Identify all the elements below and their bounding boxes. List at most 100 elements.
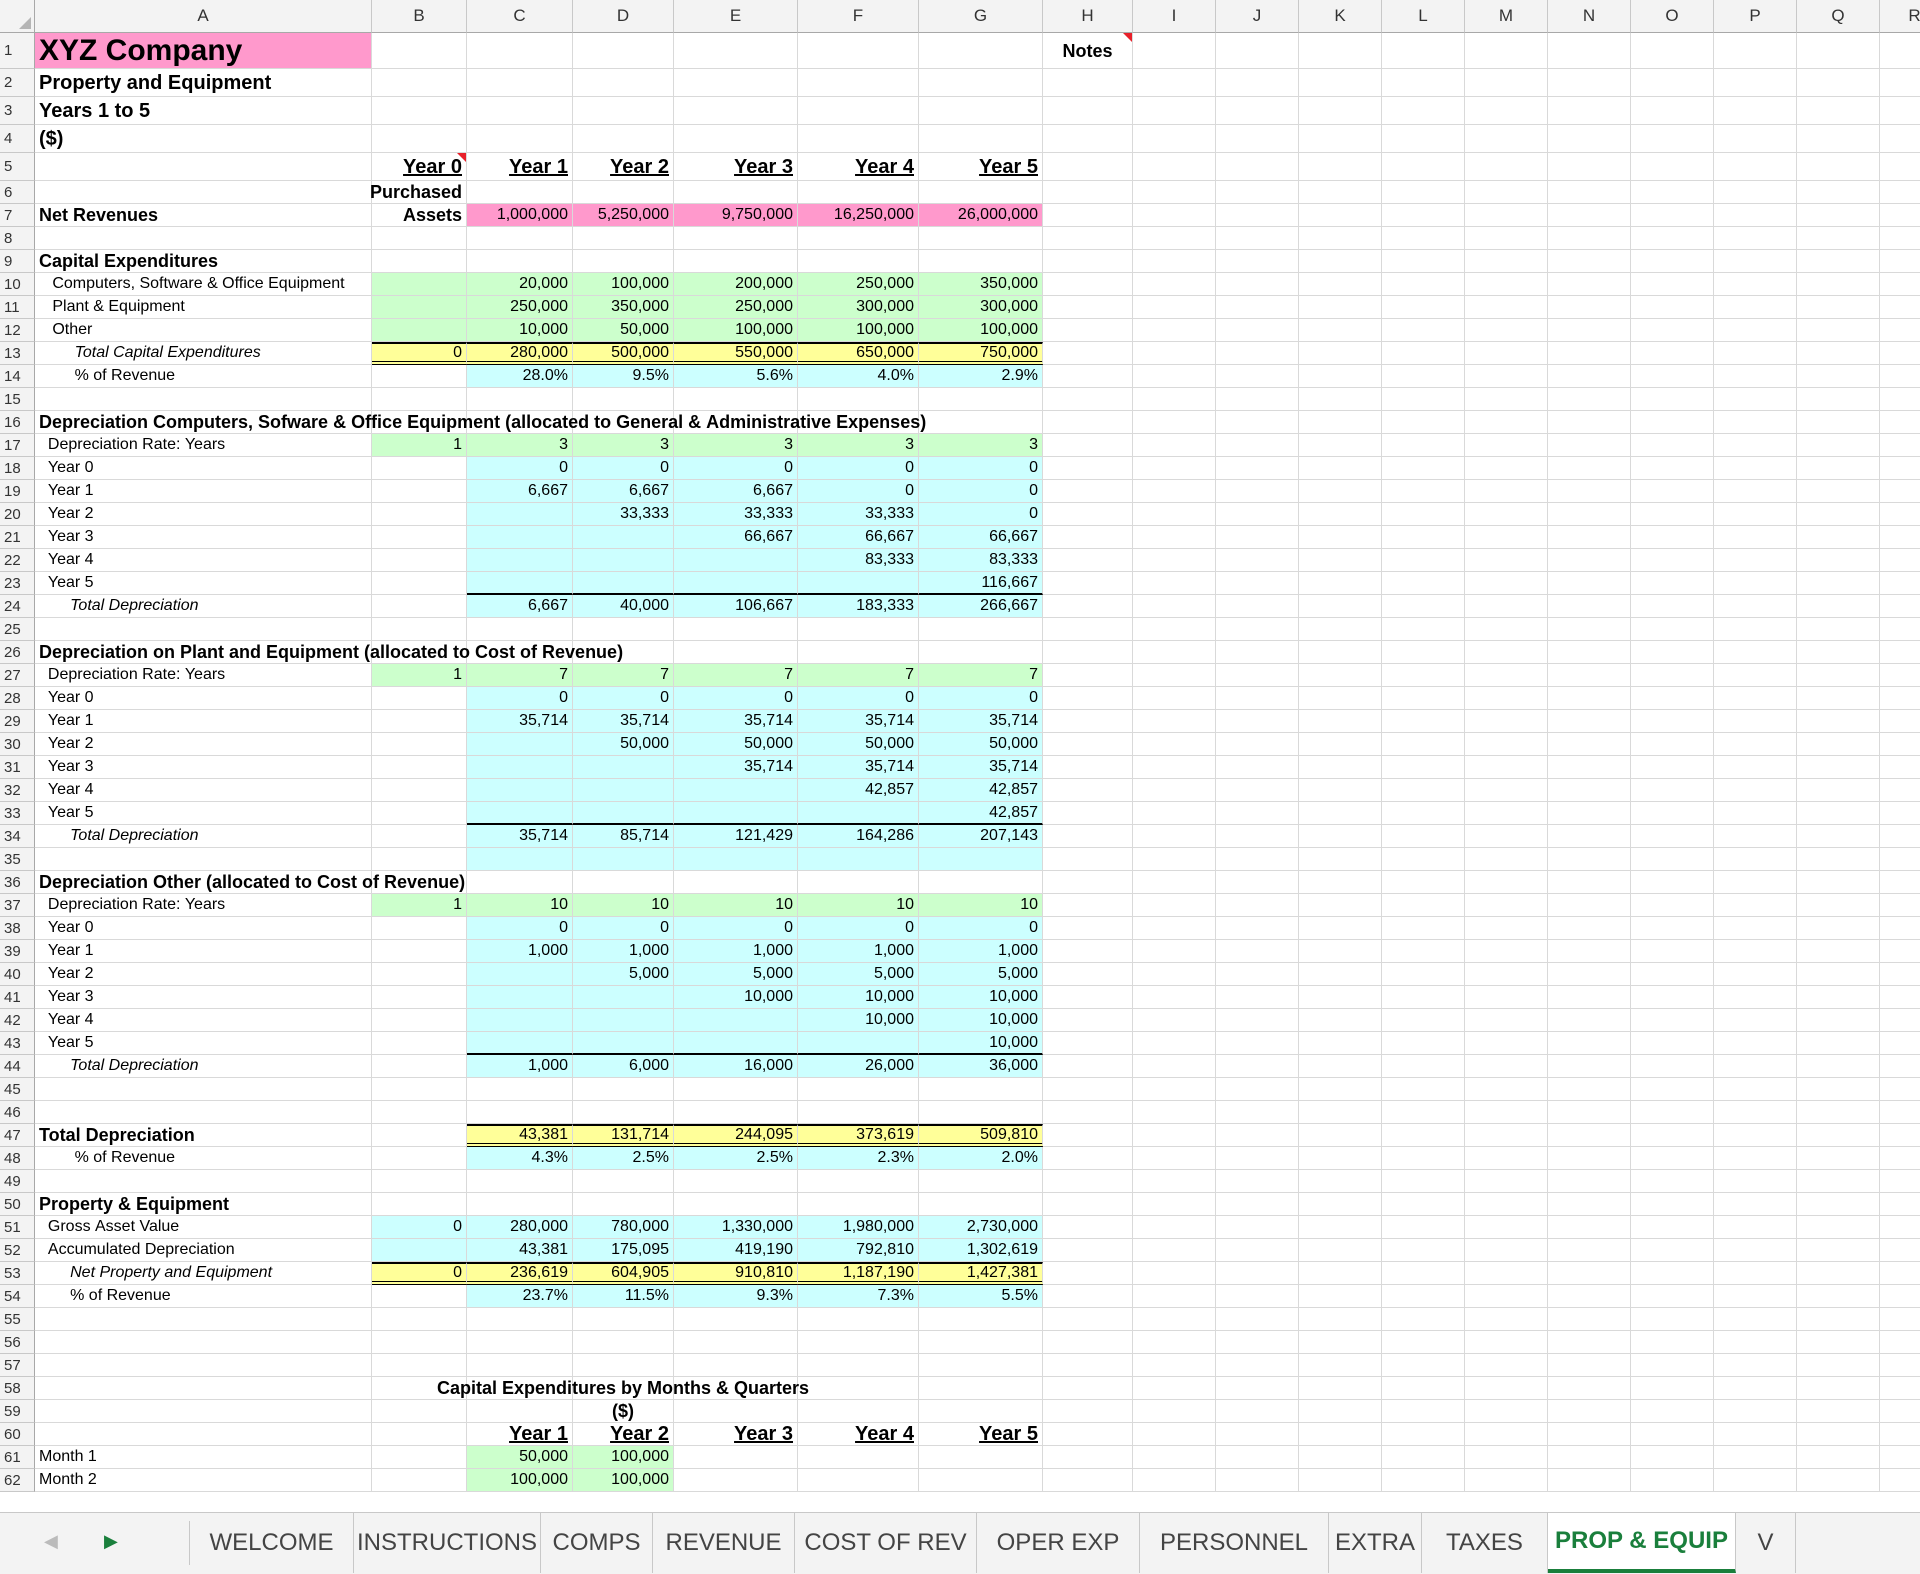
cell-i60[interactable] bbox=[1133, 1423, 1216, 1446]
cell-i37[interactable] bbox=[1133, 894, 1216, 917]
cell-b52[interactable] bbox=[372, 1239, 467, 1262]
cell-f55[interactable] bbox=[798, 1308, 919, 1331]
cell-i21[interactable] bbox=[1133, 526, 1216, 549]
cell-c21[interactable] bbox=[467, 526, 573, 549]
cell-q9[interactable] bbox=[1797, 250, 1880, 273]
cell-d54[interactable]: 11.5% bbox=[573, 1285, 674, 1308]
cell-i8[interactable] bbox=[1133, 227, 1216, 250]
cell-c29[interactable]: 35,714 bbox=[467, 710, 573, 733]
cell-r62[interactable] bbox=[1880, 1469, 1920, 1492]
cell-g58[interactable] bbox=[919, 1377, 1043, 1400]
cell-j33[interactable] bbox=[1216, 802, 1299, 825]
cell-h6[interactable] bbox=[1043, 181, 1133, 204]
cell-n55[interactable] bbox=[1548, 1308, 1631, 1331]
cell-h27[interactable] bbox=[1043, 664, 1133, 687]
cell-p2[interactable] bbox=[1714, 69, 1797, 97]
cell-o20[interactable] bbox=[1631, 503, 1714, 526]
cell-a44[interactable]: Total Depreciation bbox=[35, 1055, 372, 1078]
cell-o29[interactable] bbox=[1631, 710, 1714, 733]
cell-i44[interactable] bbox=[1133, 1055, 1216, 1078]
cell-q25[interactable] bbox=[1797, 618, 1880, 641]
cell-k7[interactable] bbox=[1299, 204, 1382, 227]
cell-q39[interactable] bbox=[1797, 940, 1880, 963]
cell-h58[interactable] bbox=[1043, 1377, 1133, 1400]
cell-q33[interactable] bbox=[1797, 802, 1880, 825]
cell-f27[interactable]: 7 bbox=[798, 664, 919, 687]
cell-g10[interactable]: 350,000 bbox=[919, 273, 1043, 296]
cell-m32[interactable] bbox=[1465, 779, 1548, 802]
select-all-corner[interactable] bbox=[0, 0, 35, 33]
cell-i57[interactable] bbox=[1133, 1354, 1216, 1377]
column-header-p[interactable]: P bbox=[1714, 0, 1797, 33]
cell-q53[interactable] bbox=[1797, 1262, 1880, 1285]
cell-b44[interactable] bbox=[372, 1055, 467, 1078]
cell-j19[interactable] bbox=[1216, 480, 1299, 503]
cell-o43[interactable] bbox=[1631, 1032, 1714, 1055]
cell-r52[interactable] bbox=[1880, 1239, 1920, 1262]
cell-f32[interactable]: 42,857 bbox=[798, 779, 919, 802]
cell-e41[interactable]: 10,000 bbox=[674, 986, 798, 1009]
cell-i36[interactable] bbox=[1133, 871, 1216, 894]
cell-d20[interactable]: 33,333 bbox=[573, 503, 674, 526]
cell-l40[interactable] bbox=[1382, 963, 1465, 986]
cell-d41[interactable] bbox=[573, 986, 674, 1009]
cell-l51[interactable] bbox=[1382, 1216, 1465, 1239]
cell-j18[interactable] bbox=[1216, 457, 1299, 480]
cell-e52[interactable]: 419,190 bbox=[674, 1239, 798, 1262]
cell-e12[interactable]: 100,000 bbox=[674, 319, 798, 342]
cell-q7[interactable] bbox=[1797, 204, 1880, 227]
cell-d53[interactable]: 604,905 bbox=[573, 1262, 674, 1285]
cell-p54[interactable] bbox=[1714, 1285, 1797, 1308]
cell-q59[interactable] bbox=[1797, 1400, 1880, 1423]
cell-m53[interactable] bbox=[1465, 1262, 1548, 1285]
cell-h46[interactable] bbox=[1043, 1101, 1133, 1124]
cell-i18[interactable] bbox=[1133, 457, 1216, 480]
cell-e34[interactable]: 121,429 bbox=[674, 825, 798, 848]
cell-e53[interactable]: 910,810 bbox=[674, 1262, 798, 1285]
cell-m59[interactable] bbox=[1465, 1400, 1548, 1423]
cell-o44[interactable] bbox=[1631, 1055, 1714, 1078]
cell-i47[interactable] bbox=[1133, 1124, 1216, 1147]
cell-f33[interactable] bbox=[798, 802, 919, 825]
cell-k5[interactable] bbox=[1299, 153, 1382, 181]
cell-f39[interactable]: 1,000 bbox=[798, 940, 919, 963]
cell-n26[interactable] bbox=[1548, 641, 1631, 664]
cell-l10[interactable] bbox=[1382, 273, 1465, 296]
cell-m31[interactable] bbox=[1465, 756, 1548, 779]
row-header-8[interactable]: 8 bbox=[0, 227, 35, 250]
cell-j60[interactable] bbox=[1216, 1423, 1299, 1446]
cell-r18[interactable] bbox=[1880, 457, 1920, 480]
cell-m58[interactable] bbox=[1465, 1377, 1548, 1400]
cell-a38[interactable]: Year 0 bbox=[35, 917, 372, 940]
cell-e49[interactable] bbox=[674, 1170, 798, 1193]
cell-e4[interactable] bbox=[674, 125, 798, 153]
row-header-48[interactable]: 48 bbox=[0, 1147, 35, 1170]
cell-h26[interactable] bbox=[1043, 641, 1133, 664]
cell-c13[interactable]: 280,000 bbox=[467, 342, 573, 365]
cell-q12[interactable] bbox=[1797, 319, 1880, 342]
cell-g16[interactable] bbox=[919, 411, 1043, 434]
cell-k3[interactable] bbox=[1299, 97, 1382, 125]
cell-c53[interactable]: 236,619 bbox=[467, 1262, 573, 1285]
cell-q22[interactable] bbox=[1797, 549, 1880, 572]
cell-o17[interactable] bbox=[1631, 434, 1714, 457]
cell-a58[interactable] bbox=[35, 1377, 372, 1400]
cell-h42[interactable] bbox=[1043, 1009, 1133, 1032]
cell-o23[interactable] bbox=[1631, 572, 1714, 595]
cell-o46[interactable] bbox=[1631, 1101, 1714, 1124]
cell-g59[interactable] bbox=[919, 1400, 1043, 1423]
cell-a48[interactable]: % of Revenue bbox=[35, 1147, 372, 1170]
cell-d24[interactable]: 40,000 bbox=[573, 595, 674, 618]
cell-o12[interactable] bbox=[1631, 319, 1714, 342]
cell-d31[interactable] bbox=[573, 756, 674, 779]
cell-c57[interactable] bbox=[467, 1354, 573, 1377]
cell-r48[interactable] bbox=[1880, 1147, 1920, 1170]
row-header-27[interactable]: 27 bbox=[0, 664, 35, 687]
cell-c46[interactable] bbox=[467, 1101, 573, 1124]
cell-d48[interactable]: 2.5% bbox=[573, 1147, 674, 1170]
cell-e59[interactable] bbox=[674, 1400, 798, 1423]
cell-d9[interactable] bbox=[573, 250, 674, 273]
cell-a39[interactable]: Year 1 bbox=[35, 940, 372, 963]
cell-c42[interactable] bbox=[467, 1009, 573, 1032]
cell-l54[interactable] bbox=[1382, 1285, 1465, 1308]
